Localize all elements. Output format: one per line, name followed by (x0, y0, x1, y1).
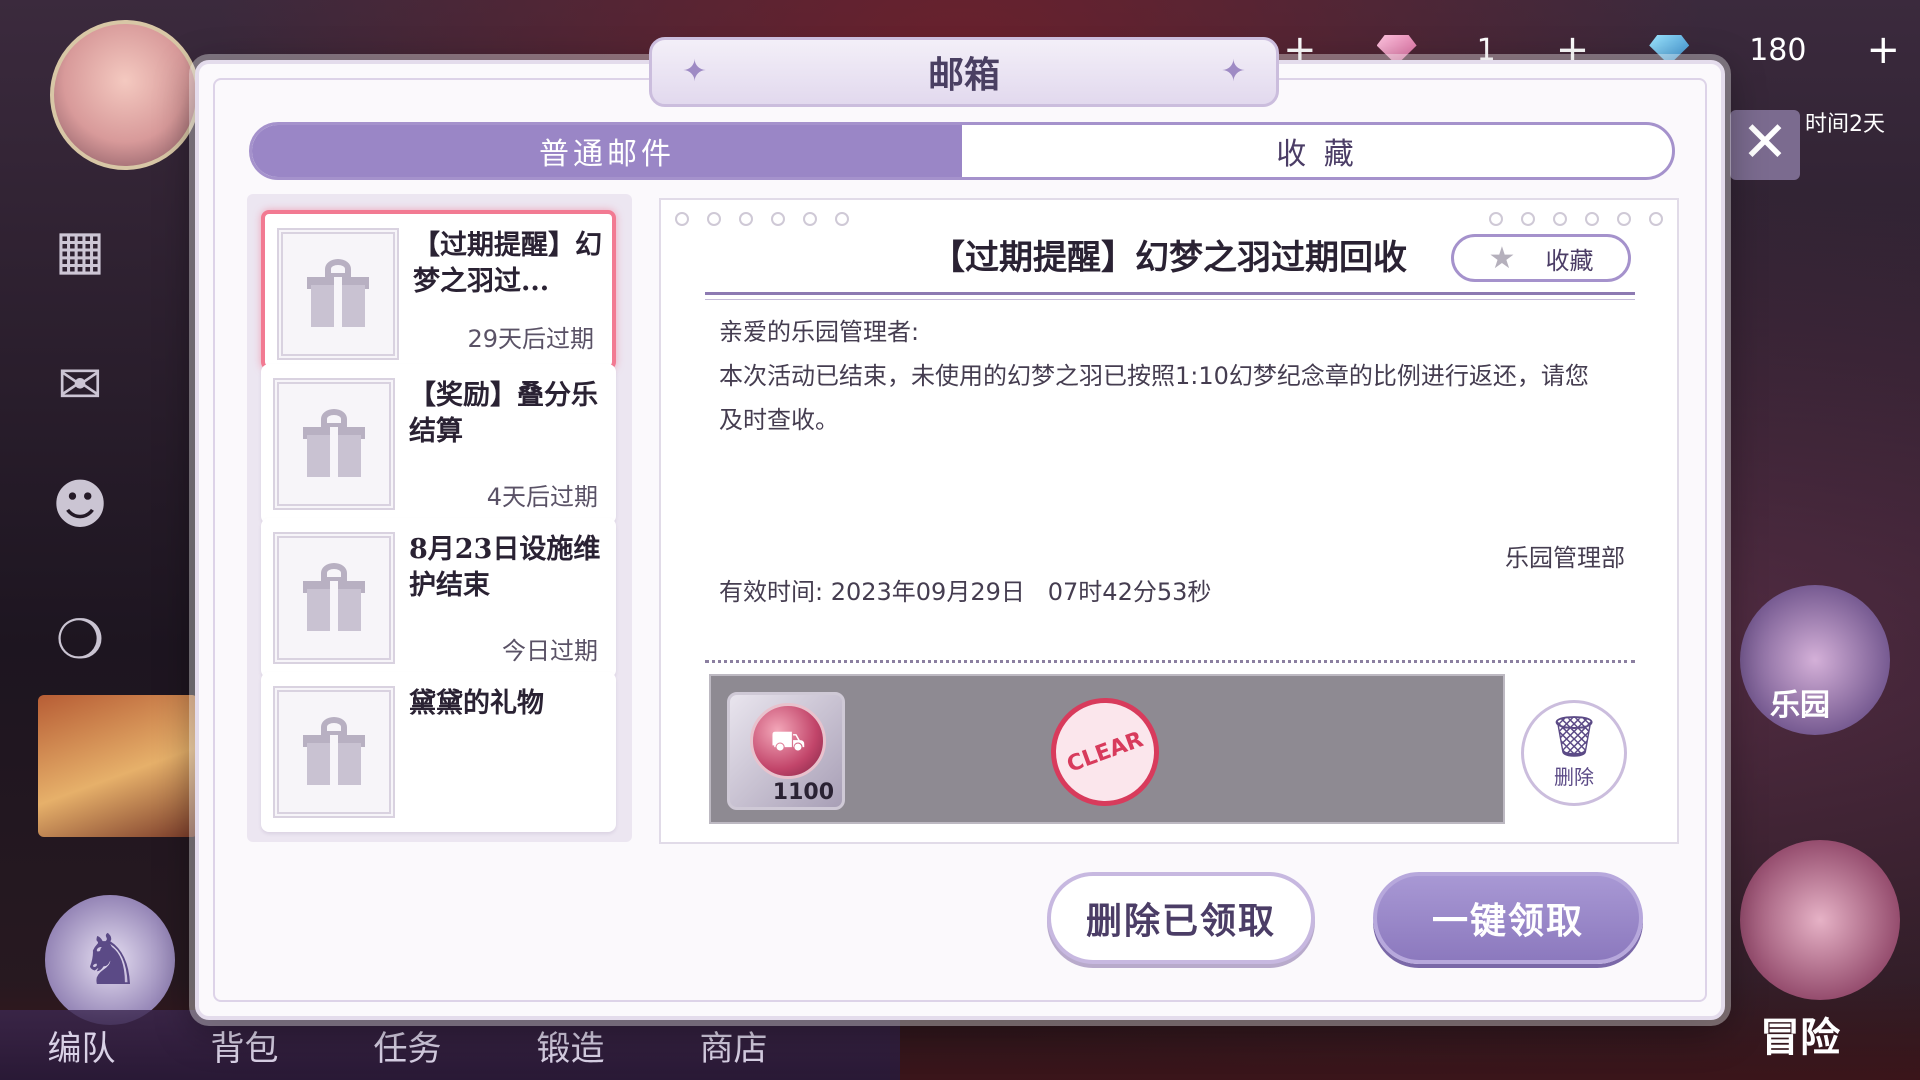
left-rail: ▦ ✉ ☻ ❍ ♞ (0, 0, 200, 1080)
mail-item-expiry: 今日过期 (502, 637, 598, 665)
grid-menu-icon[interactable]: ▦ (45, 215, 115, 285)
mail-body: 亲爱的乐园管理者: 本次活动已结束，未使用的幻梦之羽已按照1:10幻梦纪念章的比… (719, 310, 1599, 442)
park-label: 乐园 (1770, 688, 1830, 723)
adventure-badge[interactable] (1740, 840, 1900, 1000)
mail-item[interactable]: 黛黛的礼物 (261, 672, 616, 832)
gift-icon (303, 563, 365, 633)
nav-tasks[interactable]: 任务 (326, 1021, 489, 1070)
attachment-divider (705, 660, 1635, 663)
mail-detail-title: 【过期提醒】幻梦之羽过期回收 (931, 238, 1407, 278)
nav-formation[interactable]: 编队 (0, 1021, 163, 1070)
mail-signature: 乐园管理部 (1505, 544, 1625, 572)
mail-content: 本次活动已结束，未使用的幻梦之羽已按照1:10幻梦纪念章的比例进行返还，请您及时… (719, 362, 1589, 434)
mail-greeting: 亲爱的乐园管理者: (719, 318, 920, 346)
bottom-navigation: 编队 背包 任务 锻造 商店 (0, 1010, 900, 1080)
sparkle-icon: ✦ (1220, 54, 1246, 89)
gift-thumbnail (273, 378, 395, 510)
delete-label: 删除 (1554, 764, 1594, 789)
add-blue-gem-button[interactable]: + (1866, 27, 1900, 73)
gift-thumbnail (273, 686, 395, 818)
delete-claimed-button[interactable]: 删除已领取 (1047, 872, 1315, 964)
balloon-icon[interactable]: ❍ (45, 605, 115, 675)
mail-item[interactable]: 8月23日设施维护结束 今日过期 (261, 518, 616, 678)
dialog-title: 邮箱 (927, 54, 1000, 96)
title-divider-thin (705, 299, 1635, 300)
mail-item-title: 黛黛的礼物 (409, 688, 544, 719)
claim-all-button[interactable]: 一键领取 (1373, 872, 1643, 964)
mail-item-expiry: 4天后过期 (486, 483, 598, 511)
sparkle-icon: ✦ (682, 54, 708, 89)
mailbox-dialog: ✦ 邮箱 ✦ 普通邮件 收 藏 【过期提醒】幻梦之羽过... 29天后过期 【奖… (195, 37, 1725, 1020)
mail-tabs: 普通邮件 收 藏 (249, 122, 1675, 180)
commemorative-coin-icon: ⛟ (750, 703, 826, 779)
clear-stamp: CLEAR (1035, 682, 1175, 822)
gift-icon (303, 717, 365, 787)
decorative-dots (1489, 212, 1663, 226)
gift-thumbnail (273, 532, 395, 664)
mail-item[interactable]: 【过期提醒】幻梦之羽过... 29天后过期 (261, 210, 616, 370)
mail-list[interactable]: 【过期提醒】幻梦之羽过... 29天后过期 【奖励】叠分乐结算 4天后过期 8月… (247, 194, 632, 842)
gift-icon (307, 259, 369, 329)
title-divider (705, 292, 1635, 295)
friends-icon[interactable]: ☻ (45, 470, 115, 540)
mail-valid-time: 有效时间: 2023年09月29日 07时42分53秒 (719, 578, 1212, 606)
mail-item-title: 8月23日设施维护结束 (409, 534, 601, 601)
gift-icon (303, 409, 365, 479)
gift-thumbnail (277, 228, 399, 360)
player-avatar[interactable] (50, 20, 200, 170)
title-plate: ✦ 邮箱 ✦ (649, 37, 1279, 107)
mail-item-title: 【奖励】叠分乐结算 (409, 380, 598, 447)
trash-icon: 🗑 (1548, 713, 1600, 760)
tab-normal-mail[interactable]: 普通邮件 (252, 125, 962, 177)
nav-forge[interactable]: 锻造 (489, 1021, 652, 1070)
mail-icon[interactable]: ✉ (45, 350, 115, 420)
mail-item-expiry: 29天后过期 (467, 325, 594, 353)
treasure-chest-banner[interactable] (38, 695, 198, 837)
event-time-left: 时间2天 (1805, 112, 1885, 137)
mail-item-title: 【过期提醒】幻梦之羽过... (413, 230, 602, 297)
right-rail: ✕ 时间2天 乐园 冒险 (1720, 100, 1920, 1080)
delete-mail-button[interactable]: 🗑 删除 (1521, 700, 1627, 806)
favorite-label: 收藏 (1545, 246, 1594, 275)
formation-knight-icon[interactable]: ♞ (45, 895, 175, 1025)
attachment-count: 1100 (772, 780, 834, 805)
favorite-button[interactable]: ★ 收藏 (1451, 234, 1631, 282)
decorative-dots (675, 212, 849, 226)
mail-item[interactable]: 【奖励】叠分乐结算 4天后过期 (261, 364, 616, 524)
attachment-area: ⛟ 1100 CLEAR (709, 674, 1505, 824)
close-button[interactable]: ✕ (1730, 110, 1800, 180)
adventure-label: 冒险 (1760, 1014, 1840, 1061)
attachment-item[interactable]: ⛟ 1100 (727, 692, 845, 810)
mail-detail-panel: 【过期提醒】幻梦之羽过期回收 ★ 收藏 亲爱的乐园管理者: 本次活动已结束，未使… (659, 198, 1679, 844)
nav-bag[interactable]: 背包 (163, 1021, 326, 1070)
nav-shop[interactable]: 商店 (652, 1021, 815, 1070)
tab-favorites[interactable]: 收 藏 (962, 125, 1672, 177)
star-icon: ★ (1488, 240, 1516, 276)
